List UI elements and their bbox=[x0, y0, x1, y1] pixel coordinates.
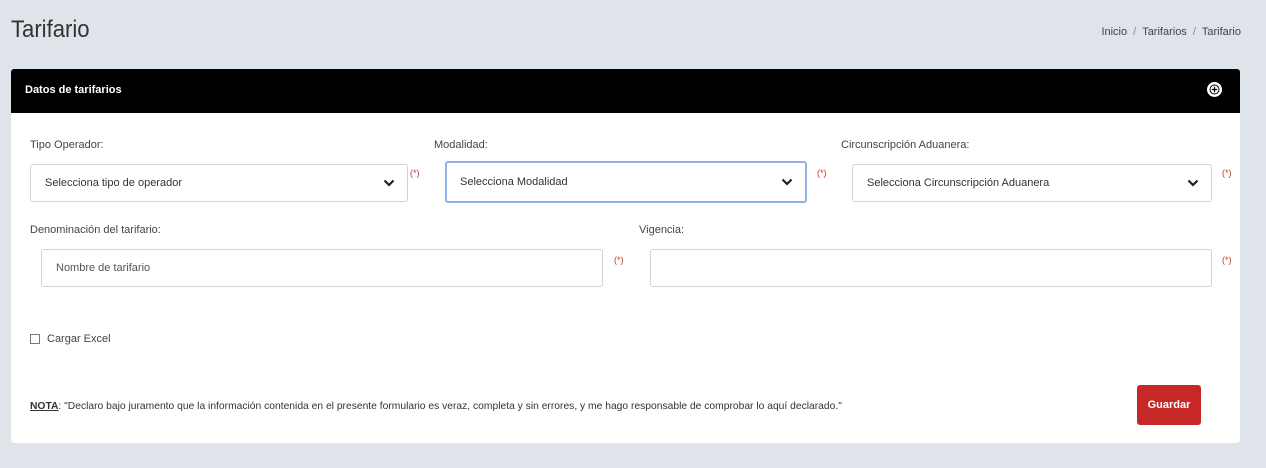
save-button[interactable]: Guardar bbox=[1137, 385, 1201, 425]
tarifario-form-card: Datos de tarifarios Tipo Operador: Modal… bbox=[11, 69, 1240, 443]
required-mark: (*) bbox=[1222, 168, 1232, 178]
note-text: : "Declaro bajo juramento que la informa… bbox=[58, 401, 842, 412]
legal-note: NOTA: "Declaro bajo juramento que la inf… bbox=[30, 401, 842, 412]
modalidad-label: Modalidad: bbox=[434, 139, 488, 151]
required-mark: (*) bbox=[614, 255, 624, 265]
vigencia-label: Vigencia: bbox=[639, 224, 685, 236]
circunscripcion-label: Circunscripción Aduanera: bbox=[841, 139, 970, 151]
denominacion-label: Denominación del tarifario: bbox=[30, 224, 161, 236]
cargar-excel-label: Cargar Excel bbox=[47, 333, 111, 345]
required-mark: (*) bbox=[410, 168, 420, 178]
chevron-down-icon bbox=[383, 179, 395, 187]
collapse-button[interactable] bbox=[1207, 82, 1222, 97]
tipo-operador-label: Tipo Operador: bbox=[30, 139, 104, 151]
tipo-operador-select[interactable]: Selecciona tipo de operador bbox=[30, 164, 408, 202]
tipo-operador-value: Selecciona tipo de operador bbox=[45, 177, 182, 189]
breadcrumb: Inicio / Tarifarios / Tarifario bbox=[1101, 26, 1241, 38]
breadcrumb-separator: / bbox=[1133, 26, 1137, 38]
modalidad-value: Selecciona Modalidad bbox=[460, 176, 568, 188]
cargar-excel-checkbox[interactable] bbox=[30, 334, 40, 344]
required-mark: (*) bbox=[817, 168, 827, 178]
page-title: Tarifario bbox=[11, 16, 90, 43]
required-mark: (*) bbox=[1222, 255, 1232, 265]
chevron-down-icon bbox=[781, 178, 793, 186]
circunscripcion-value: Selecciona Circunscripción Aduanera bbox=[867, 177, 1050, 189]
breadcrumb-item-inicio[interactable]: Inicio bbox=[1101, 26, 1127, 38]
plus-circle-icon bbox=[1209, 84, 1220, 95]
denominacion-input[interactable] bbox=[41, 249, 603, 287]
page-header: Tarifario Inicio / Tarifarios / Tarifario bbox=[0, 0, 1266, 62]
chevron-down-icon bbox=[1187, 179, 1199, 187]
circunscripcion-select[interactable]: Selecciona Circunscripción Aduanera bbox=[852, 164, 1212, 202]
cargar-excel-row[interactable]: Cargar Excel bbox=[30, 333, 111, 345]
modalidad-select[interactable]: Selecciona Modalidad bbox=[445, 161, 807, 203]
breadcrumb-item-tarifarios[interactable]: Tarifarios bbox=[1142, 26, 1187, 38]
note-key: NOTA bbox=[30, 401, 59, 412]
card-title: Datos de tarifarios bbox=[25, 84, 122, 96]
breadcrumb-item-current: Tarifario bbox=[1201, 26, 1241, 38]
card-header: Datos de tarifarios bbox=[11, 69, 1240, 113]
breadcrumb-separator: / bbox=[1192, 26, 1196, 38]
vigencia-input[interactable] bbox=[650, 249, 1212, 287]
